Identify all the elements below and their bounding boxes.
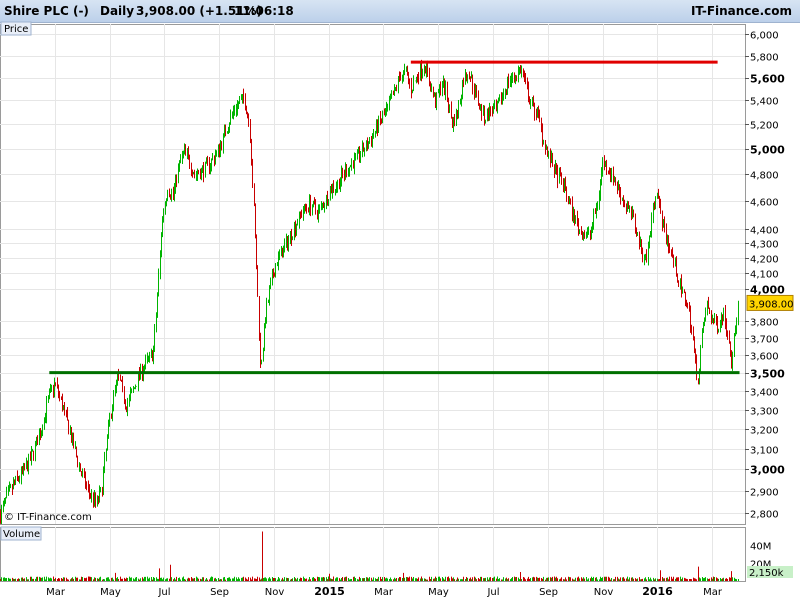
last-price-value: 3,908.00 [749, 299, 794, 310]
y-tick-label: 4,600 [750, 198, 779, 209]
y-tick-label: 4,800 [750, 171, 779, 182]
x-tick-label: Mar [703, 587, 723, 598]
volume-panel-frame [0, 527, 746, 582]
x-tick-label: Nov [265, 587, 285, 598]
price-chart[interactable]: 2,800 2,900 3,000 3,100 3,200 3,300 3,400 3,500… [0, 0, 800, 600]
y-tick-label: 4,100 [750, 270, 779, 281]
x-tick-label: Mar [46, 587, 66, 598]
x-tick-label: 2016 [642, 585, 673, 598]
y-tick-label: 2,800 [750, 510, 779, 521]
x-tick-label: Jul [486, 587, 499, 598]
x-tick-label: Sep [210, 587, 229, 598]
y-tick-label: 3,800 [750, 318, 779, 329]
y-tick-label: 3,700 [750, 335, 779, 346]
y-tick-label: 5,600 [750, 73, 785, 86]
x-tick-label: May [100, 587, 121, 598]
y-tick-label: 3,500 [750, 368, 785, 381]
candle-series [0, 59, 739, 524]
y-tick-label: 3,000 [750, 464, 785, 477]
y-tick-label: 4,400 [750, 226, 779, 237]
y-tick-label: 3,100 [750, 446, 779, 457]
x-tick-label: Nov [594, 587, 614, 598]
y-tick-label: 4,000 [750, 284, 785, 297]
y-tick-label: 3,300 [750, 407, 779, 418]
y-tick-label: 6,000 [750, 31, 779, 42]
x-tick-label: Jul [157, 587, 170, 598]
volume-series [0, 531, 739, 581]
price-panel-label: Price [4, 24, 28, 35]
y-tick-label: 5,000 [750, 144, 785, 157]
y-tick-label: 3,200 [750, 426, 779, 437]
x-tick-label: May [428, 587, 449, 598]
x-tick-label: 2015 [314, 585, 345, 598]
y-tick-label: 3,600 [750, 352, 779, 363]
y-tick-label: 5,200 [750, 121, 779, 132]
grid-lines [0, 24, 746, 582]
volume-current-value: 2,150k [749, 568, 784, 579]
y-tick-label: 2,900 [750, 488, 779, 499]
y-tick-label: 5,800 [750, 53, 779, 64]
x-tick-label: Mar [374, 587, 394, 598]
y-tick-label: 4,300 [750, 240, 779, 251]
x-tick-label: Sep [539, 587, 558, 598]
watermark-text: © IT-Finance.com [4, 512, 92, 523]
y-tick-label: 3,400 [750, 388, 779, 399]
y-tick-label: 4,200 [750, 255, 779, 266]
volume-tick-label: 40M [750, 542, 771, 553]
y-tick-label: 5,400 [750, 97, 779, 108]
volume-panel-label: Volume [3, 529, 40, 540]
